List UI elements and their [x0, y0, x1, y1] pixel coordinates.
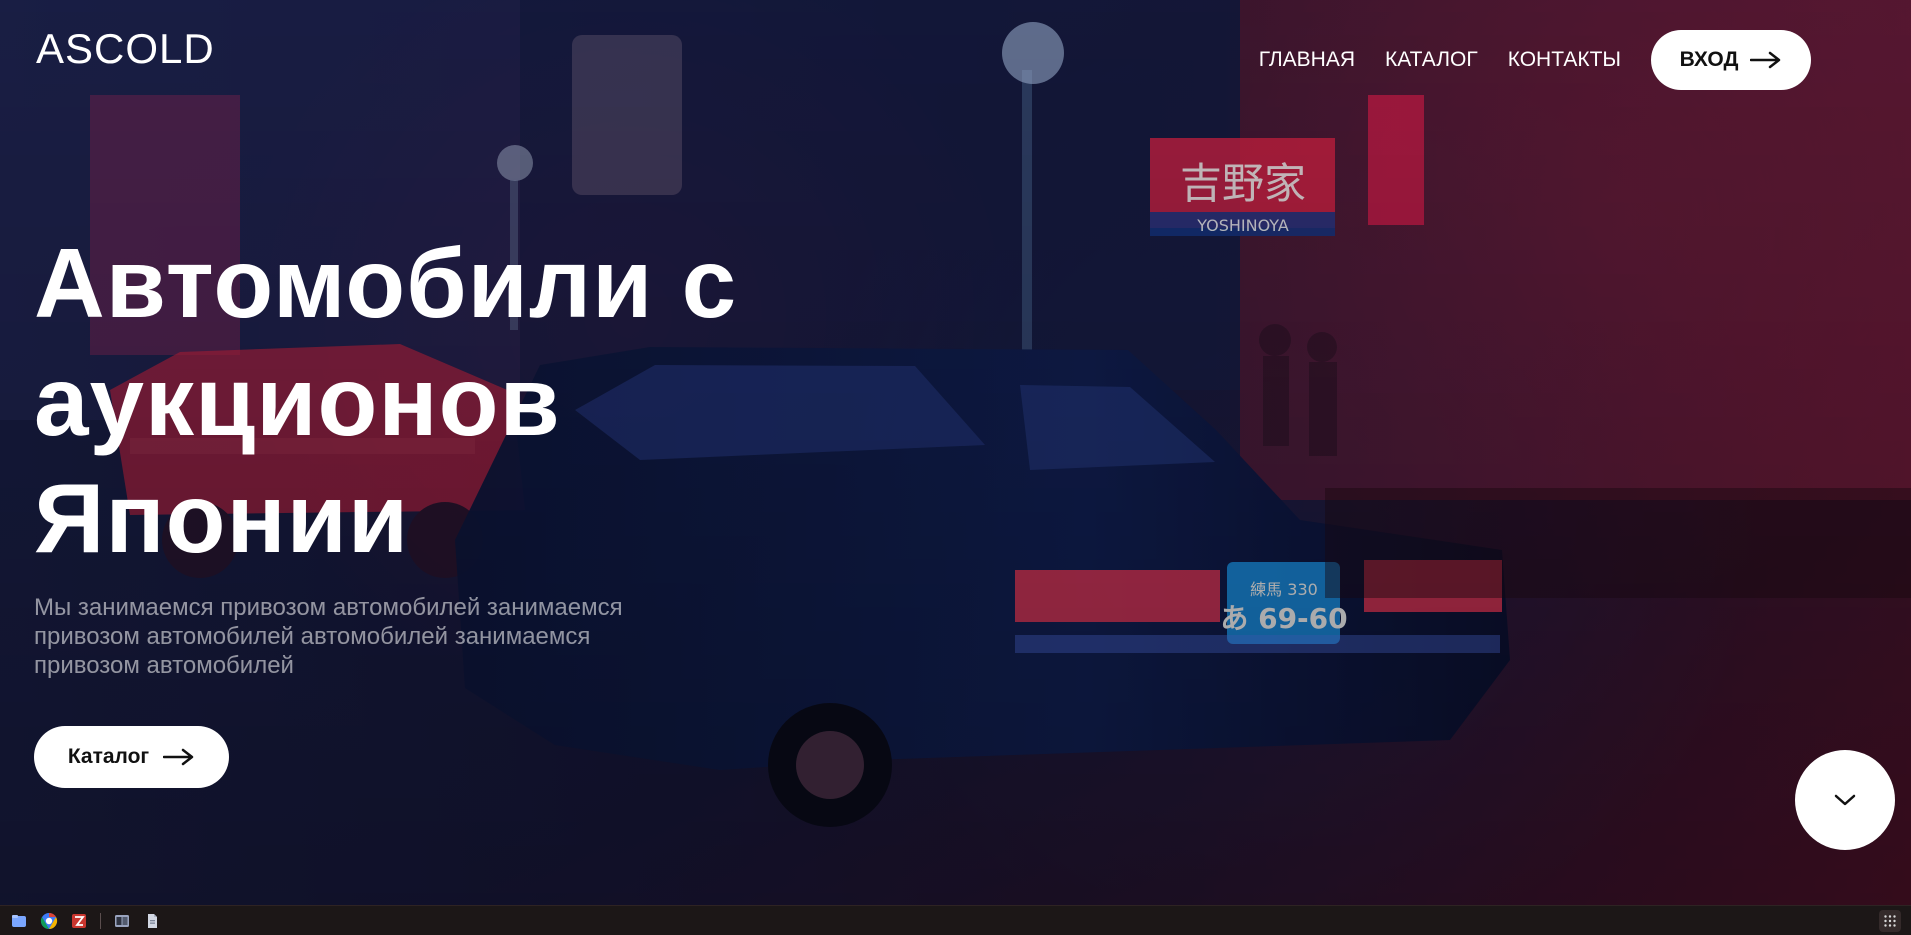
catalog-button-label: Каталог: [67, 745, 150, 768]
headline-line-2: аукционов: [34, 345, 561, 456]
chevron-down-icon: [1834, 794, 1856, 806]
nav-item-home[interactable]: ГЛАВНАЯ: [1259, 48, 1355, 72]
filezilla-icon[interactable]: [70, 912, 88, 930]
page-root: 吉野家 YOSHINOYA 練馬 330 あ 69-60 ASCOLD ГЛАВ…: [0, 0, 1911, 935]
license-plate-bottom: あ 69-60: [1220, 602, 1347, 635]
license-plate-top: 練馬 330: [1250, 580, 1318, 599]
store-sign-text: 吉野家: [1180, 159, 1306, 208]
arrow-right-icon: [1750, 51, 1781, 69]
round-sign: [572, 35, 682, 195]
taskbar-left-group: [10, 912, 161, 930]
store-sign-latin-text: YOSHINOYA: [1196, 216, 1289, 235]
headline-line-3: Японии: [34, 463, 410, 574]
taskbar: [0, 905, 1911, 935]
files-icon[interactable]: [10, 912, 28, 930]
hero-headline-wrap: Автомобили с аукционов Японии: [34, 225, 854, 578]
street-lamp-pole: [1022, 70, 1032, 350]
catalog-button[interactable]: Каталог: [34, 726, 229, 788]
hero-headline: Автомобили с аукционов Японии: [34, 225, 854, 578]
subtitle-line-1: Мы занимаемся привозом автомобилей заним…: [34, 594, 623, 621]
street-lamp-head: [1002, 22, 1064, 84]
nav-item-catalog[interactable]: КАТАЛОГ: [1385, 48, 1478, 72]
chrome-icon[interactable]: [40, 912, 58, 930]
hero-subtitle: Мы занимаемся привозом автомобилей заним…: [34, 594, 724, 680]
left-lamp-head: [497, 145, 533, 181]
headline-line-1: Автомобили с: [34, 228, 738, 338]
scroll-down-button[interactable]: [1795, 750, 1895, 850]
vertical-red-sign: [1368, 95, 1424, 225]
nav-item-contacts[interactable]: КОНТАКТЫ: [1508, 48, 1621, 72]
apps-grid-icon[interactable]: [1879, 909, 1901, 932]
brand-logo[interactable]: ASCOLD: [36, 25, 215, 73]
taskbar-separator: [100, 912, 101, 929]
login-button[interactable]: ВХОД: [1651, 30, 1811, 90]
login-button-label: ВХОД: [1679, 48, 1739, 71]
arrow-right-icon: [163, 748, 194, 766]
document-icon[interactable]: [143, 912, 161, 930]
subtitle-line-3: привозом автомобилей: [34, 651, 294, 679]
top-navigation: ГЛАВНАЯ КАТАЛОГ КОНТАКТЫ ВХОД: [1259, 30, 1811, 90]
subtitle-line-2: привозом автомобилей автомобилей занимае…: [34, 622, 591, 650]
window-icon[interactable]: [113, 912, 131, 930]
right-fence: [1325, 488, 1911, 598]
hero-section: 吉野家 YOSHINOYA 練馬 330 あ 69-60 ASCOLD ГЛАВ…: [0, 0, 1911, 905]
